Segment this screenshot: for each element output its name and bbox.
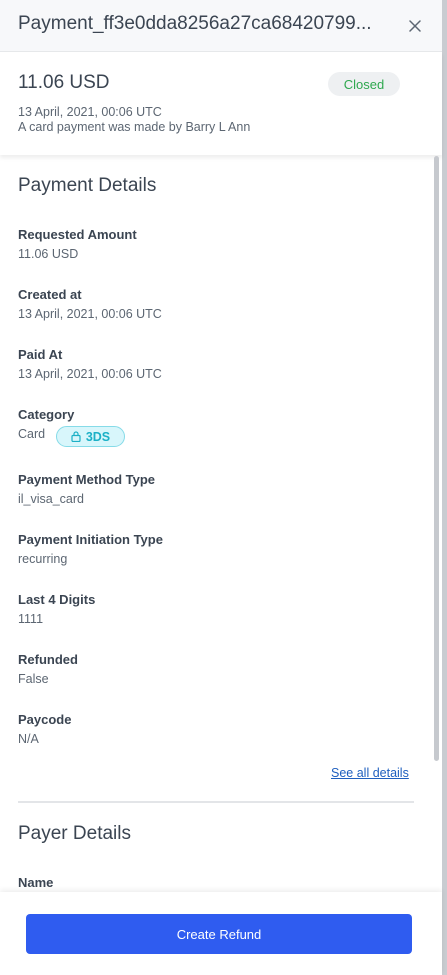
3ds-tag-label: 3DS bbox=[85, 429, 111, 444]
field-label-paid-at: Paid At bbox=[18, 347, 63, 362]
3ds-tag: 3DS bbox=[56, 426, 125, 447]
close-icon[interactable] bbox=[409, 20, 421, 32]
payment-summary: 11.06 USD Closed 13 April, 2021, 00:06 U… bbox=[0, 52, 442, 155]
payment-details-heading: Payment Details bbox=[18, 175, 157, 196]
field-label-payment-method-type: Payment Method Type bbox=[18, 472, 156, 487]
lock-icon bbox=[71, 431, 81, 442]
field-label-refunded: Refunded bbox=[18, 652, 78, 667]
field-value-last-4-digits: 1111 bbox=[18, 612, 44, 626]
status-badge: Closed bbox=[328, 72, 400, 96]
see-all-details-link[interactable]: See all details bbox=[331, 766, 409, 780]
payer-details-heading: Payer Details bbox=[18, 823, 131, 844]
close-button[interactable] bbox=[404, 15, 426, 37]
field-value-paid-at: 13 April, 2021, 00:06 UTC bbox=[18, 367, 162, 381]
field-value-refunded: False bbox=[18, 672, 49, 686]
payment-detail-panel: Payment_ff3e0dda8256a27ca68420799... 11.… bbox=[0, 0, 442, 975]
payment-description: A card payment was made by Barry L Ann bbox=[18, 120, 251, 134]
field-label-category: Category bbox=[18, 407, 75, 422]
panel-header: Payment_ff3e0dda8256a27ca68420799... bbox=[0, 0, 442, 52]
scrollbar-thumb[interactable] bbox=[434, 156, 439, 761]
payment-title: Payment_ff3e0dda8256a27ca68420799... bbox=[18, 13, 372, 34]
field-label-name: Name bbox=[18, 875, 54, 890]
payment-date: 13 April, 2021, 00:06 UTC bbox=[18, 105, 162, 119]
field-label-requested-amount: Requested Amount bbox=[18, 227, 137, 242]
field-label-paycode: Paycode bbox=[18, 712, 72, 727]
field-label-created-at: Created at bbox=[18, 287, 82, 302]
field-value-paycode: N/A bbox=[18, 732, 39, 746]
field-value-payment-method-type: il_visa_card bbox=[18, 492, 85, 506]
field-label-payment-initiation-type: Payment Initiation Type bbox=[18, 532, 163, 547]
field-label-last-4-digits: Last 4 Digits bbox=[18, 592, 96, 607]
field-value-created-at: 13 April, 2021, 00:06 UTC bbox=[18, 307, 162, 321]
field-value-requested-amount: 11.06 USD bbox=[18, 247, 79, 261]
field-value-category: Card bbox=[18, 427, 46, 441]
create-refund-button[interactable]: Create Refund bbox=[26, 914, 412, 954]
details-scroll-area[interactable]: Payment Details Requested Amount 11.06 U… bbox=[0, 155, 442, 892]
field-value-payment-initiation-type: recurring bbox=[18, 552, 68, 566]
payment-amount: 11.06 USD bbox=[18, 72, 110, 93]
window-edge bbox=[442, 0, 447, 975]
panel-footer: Create Refund bbox=[0, 892, 442, 975]
section-divider bbox=[18, 801, 414, 803]
